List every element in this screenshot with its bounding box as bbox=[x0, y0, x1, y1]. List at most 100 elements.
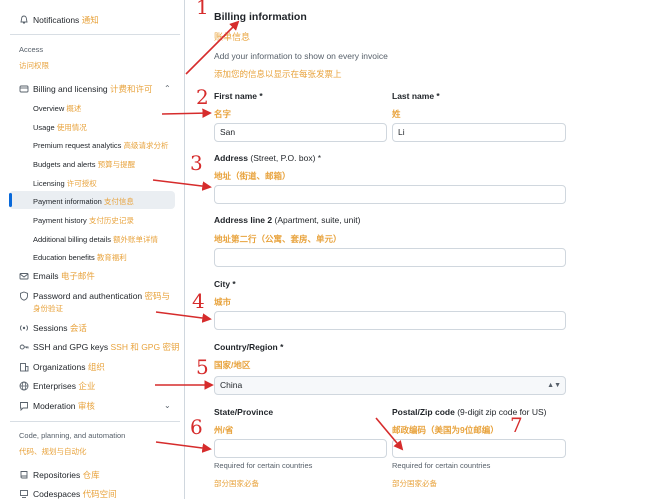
active-item-indicator bbox=[9, 193, 12, 207]
postal-label-note: (9-digit zip code for US) bbox=[457, 407, 547, 417]
page-subtitle-translation: 添加您的信息以显示在每张发票上 bbox=[214, 69, 342, 79]
country-select-value: China bbox=[220, 380, 243, 390]
subitem-label: Licensing bbox=[33, 179, 65, 188]
sidebar-item-password-translation-line2: 身份验证 bbox=[33, 303, 63, 314]
sidebar-item-translation: 通知 bbox=[81, 15, 99, 25]
organization-icon bbox=[20, 363, 29, 372]
sidebar-item-billing[interactable]: Billing and licensing 计费和许可 bbox=[19, 83, 153, 95]
key-icon bbox=[19, 344, 29, 350]
postal-hint: Required for certain countries bbox=[392, 461, 491, 470]
sidebar-item-translation: 组织 bbox=[87, 362, 105, 372]
state-hint-translation: 部分国家必备 bbox=[214, 479, 259, 488]
shield-lock-icon bbox=[20, 291, 28, 301]
sidebar-subitem-licensing[interactable]: Licensing 许可授权 bbox=[33, 178, 97, 189]
subitem-translation: 支付信息 bbox=[103, 197, 134, 206]
report-icon bbox=[20, 402, 28, 411]
sidebar-item-label: Codespaces bbox=[33, 489, 81, 499]
state-translation: 州/省 bbox=[214, 425, 234, 435]
sidebar-item-codespaces[interactable]: Codespaces 代码空间 bbox=[19, 488, 117, 499]
sidebar-divider bbox=[10, 421, 180, 422]
address2-label: Address line 2 (Apartment, suite, unit) bbox=[214, 215, 360, 225]
bell-icon bbox=[20, 15, 28, 24]
subitem-label: Usage bbox=[33, 123, 55, 132]
address2-input[interactable] bbox=[214, 248, 566, 267]
last-name-translation: 姓 bbox=[392, 109, 401, 119]
subitem-translation: 预算与提醒 bbox=[97, 160, 136, 169]
country-translation: 国家/地区 bbox=[214, 360, 251, 370]
subitem-translation: 教育福利 bbox=[96, 253, 127, 262]
sidebar-subitem-additional-billing[interactable]: Additional billing details 额外账单详情 bbox=[33, 234, 158, 245]
sidebar-item-organizations[interactable]: Organizations 组织 bbox=[19, 361, 105, 373]
sidebar-item-label: Organizations bbox=[33, 362, 86, 372]
sidebar-item-label: Repositories bbox=[33, 470, 81, 480]
subitem-translation: 支付历史记录 bbox=[88, 216, 134, 225]
sidebar-item-translation: 企业 bbox=[78, 381, 96, 391]
section-heading-code-translation: 代码、规划与自动化 bbox=[19, 447, 87, 456]
sidebar-divider bbox=[10, 34, 180, 35]
sidebar-item-sessions[interactable]: Sessions 会话 bbox=[19, 322, 87, 334]
sidebar-subitem-premium-analytics[interactable]: Premium request analytics 高级请求分析 bbox=[33, 140, 168, 151]
sidebar-item-translation: 电子邮件 bbox=[60, 271, 95, 281]
postal-hint-translation: 部分国家必备 bbox=[392, 479, 437, 488]
sidebar-subitem-overview[interactable]: Overview 概述 bbox=[33, 103, 81, 114]
address-label-text: Address bbox=[214, 153, 249, 163]
last-name-input[interactable]: Li bbox=[392, 123, 566, 142]
sidebar-subitem-usage[interactable]: Usage 使用情况 bbox=[33, 122, 87, 133]
page-title-translation: 账单信息 bbox=[214, 32, 251, 42]
subitem-label: Payment history bbox=[33, 216, 87, 225]
sidebar-item-label: Billing and licensing bbox=[33, 84, 108, 94]
sidebar-item-label: Emails bbox=[33, 271, 59, 281]
sidebar-item-ssh-gpg[interactable]: SSH and GPG keys SSH 和 GPG 密钥 bbox=[19, 341, 179, 353]
state-input[interactable] bbox=[214, 439, 387, 458]
address-input[interactable] bbox=[214, 185, 566, 204]
first-name-label: First name * bbox=[214, 91, 263, 101]
sidebar-subitem-payment-history[interactable]: Payment history 支付历史记录 bbox=[33, 215, 134, 226]
sidebar-item-notifications[interactable]: Notifications 通知 bbox=[19, 14, 99, 26]
sidebar-item-enterprises[interactable]: Enterprises 企业 bbox=[19, 380, 95, 392]
city-label: City * bbox=[214, 279, 236, 289]
sidebar-subitem-education[interactable]: Education benefits 教育福利 bbox=[33, 252, 127, 263]
address2-translation: 地址第二行（公寓、套房、单元） bbox=[214, 234, 342, 244]
chevron-down-icon[interactable]: ⌄ bbox=[164, 401, 171, 410]
sidebar-item-moderation[interactable]: Moderation 审核 bbox=[19, 400, 95, 412]
address-label: Address (Street, P.O. box) * bbox=[214, 153, 321, 163]
subitem-translation: 概述 bbox=[66, 104, 82, 113]
sidebar-item-emails[interactable]: Emails 电子邮件 bbox=[19, 270, 95, 282]
subitem-label: Additional billing details bbox=[33, 235, 111, 244]
city-input[interactable] bbox=[214, 311, 566, 330]
mail-icon bbox=[19, 273, 29, 280]
sidebar-item-password[interactable]: Password and authentication 密码与 bbox=[19, 290, 170, 302]
country-label: Country/Region * bbox=[214, 342, 284, 352]
first-name-input[interactable]: San bbox=[214, 123, 387, 142]
globe-icon bbox=[19, 381, 29, 391]
section-heading-code: Code, planning, and automation bbox=[19, 431, 126, 440]
sidebar-item-translation: 密码与 bbox=[144, 291, 171, 301]
sidebar-subitem-payment-information[interactable]: Payment information 支付信息 bbox=[33, 196, 134, 207]
sidebar-item-translation: 审核 bbox=[77, 401, 95, 411]
state-label: State/Province bbox=[214, 407, 274, 417]
sidebar-item-label: Password and authentication bbox=[33, 291, 143, 301]
sidebar-item-translation: SSH 和 GPG 密钥 bbox=[110, 342, 180, 352]
subitem-label: Payment information bbox=[33, 197, 102, 206]
sidebar-item-translation: 身份验证 bbox=[33, 304, 63, 313]
sidebar-item-label: Notifications bbox=[33, 15, 80, 25]
sidebar-item-repositories[interactable]: Repositories 仓库 bbox=[19, 469, 100, 481]
address-translation: 地址（街道、邮箱） bbox=[214, 171, 291, 181]
sidebar-item-label: Moderation bbox=[33, 401, 76, 411]
settings-sidebar: Notifications 通知 Access 访问权限 Billing and… bbox=[0, 0, 185, 499]
address2-label-note: (Apartment, suite, unit) bbox=[274, 215, 361, 225]
postal-input[interactable] bbox=[392, 439, 566, 458]
sidebar-item-label: SSH and GPG keys bbox=[33, 342, 109, 352]
sidebar-item-label: Sessions bbox=[33, 323, 68, 333]
city-translation: 城市 bbox=[214, 297, 232, 307]
chevron-up-icon[interactable]: ⌃ bbox=[164, 84, 171, 93]
codespaces-icon bbox=[20, 490, 28, 498]
postal-translation: 邮政编码（美国为9位邮编） bbox=[392, 425, 499, 435]
credit-card-icon bbox=[19, 85, 29, 93]
page-title: Billing information bbox=[214, 11, 307, 23]
sidebar-subitem-budgets[interactable]: Budgets and alerts 预算与提醒 bbox=[33, 159, 135, 170]
country-select[interactable]: China ▲▼ bbox=[214, 376, 566, 395]
page-subtitle: Add your information to show on every in… bbox=[214, 51, 388, 61]
sidebar-item-translation: 仓库 bbox=[82, 470, 100, 480]
subitem-label: Budgets and alerts bbox=[33, 160, 96, 169]
